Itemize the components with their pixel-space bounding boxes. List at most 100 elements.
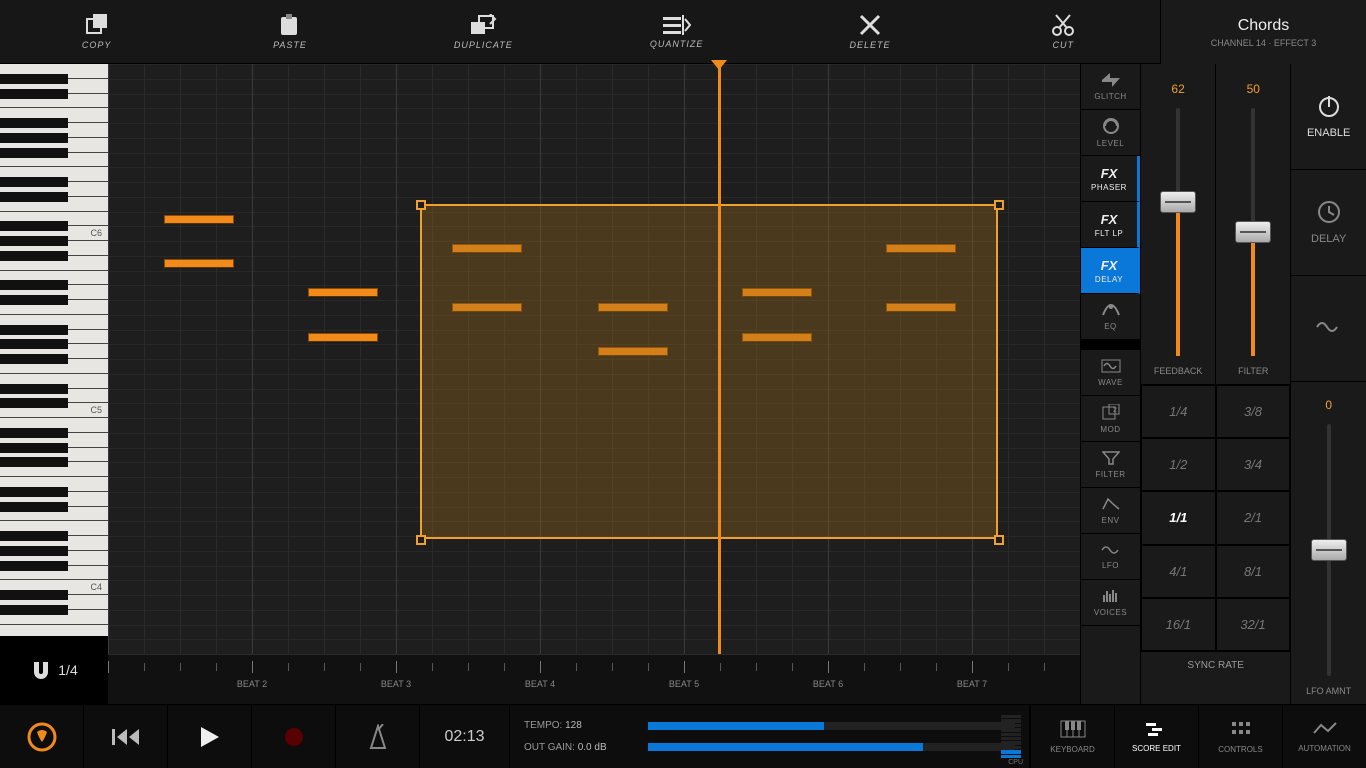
metronome-icon: [367, 724, 389, 750]
fx-filter-button[interactable]: FILTER: [1081, 442, 1140, 488]
cpu-label: CPU: [1008, 759, 1023, 766]
feedback-value: 62: [1171, 82, 1184, 96]
paste-button[interactable]: PASTE: [193, 0, 386, 63]
tempo-meter: [648, 722, 1015, 730]
lfo-amount-slider[interactable]: 0LFO AMNT: [1291, 382, 1366, 704]
note[interactable]: [164, 259, 234, 268]
delete-button[interactable]: DELETE: [773, 0, 966, 63]
sync-rate-8-1[interactable]: 8/1: [1216, 545, 1291, 598]
fx-glitch-label: GLITCH: [1094, 92, 1126, 101]
sync-rate-32-1[interactable]: 32/1: [1216, 598, 1291, 651]
app-logo-button[interactable]: [0, 705, 84, 768]
ruler-label: BEAT 6: [813, 679, 843, 689]
mode-keyboard[interactable]: KEYBOARD: [1030, 705, 1114, 768]
fx-glitch-button[interactable]: GLITCH: [1081, 64, 1140, 110]
gain-meter: [648, 743, 1015, 751]
sync-rate-4-1[interactable]: 4/1: [1141, 545, 1216, 598]
sync-rate-1-2[interactable]: 1/2: [1141, 438, 1216, 491]
delay-toggle[interactable]: DELAY: [1291, 170, 1366, 276]
cpu-meter: [1001, 715, 1021, 758]
filter-label: FILTER: [1238, 366, 1268, 376]
fx-env-button[interactable]: ENV: [1081, 488, 1140, 534]
gain-value[interactable]: 0.0 dB: [578, 742, 607, 753]
piano-roll-keys[interactable]: C6C5C4: [0, 64, 108, 654]
feedback-slider[interactable]: 62 FEEDBACK: [1141, 64, 1216, 384]
sync-rate-1-1[interactable]: 1/1: [1141, 491, 1216, 544]
ruler-label: BEAT 2: [237, 679, 267, 689]
quantize-icon: [663, 15, 691, 35]
fx-filter-label: FILTER: [1096, 470, 1126, 479]
fx-panel-left: 62 FEEDBACK 50 FILTER 1/43/81/23/41/12/1…: [1141, 64, 1290, 704]
duplicate-icon: [469, 14, 497, 36]
delete-label: DELETE: [849, 40, 890, 50]
meters: TEMPO: 128 OUT GAIN: 0.0 dB CPU: [510, 705, 1030, 768]
fx-wave-label: WAVE: [1098, 378, 1123, 387]
fx-env-label: ENV: [1102, 516, 1120, 525]
fx-delay-button[interactable]: FXDELAY: [1081, 248, 1140, 294]
delete-icon: [859, 14, 881, 36]
filter-icon: [1102, 451, 1120, 468]
mode-scoreedit[interactable]: SCORE EDIT: [1114, 705, 1198, 768]
sync-rate-3-8[interactable]: 3/8: [1216, 385, 1291, 438]
env-icon: [1101, 497, 1121, 514]
note[interactable]: [308, 288, 378, 297]
tempo-value[interactable]: 128: [565, 720, 582, 731]
note[interactable]: [308, 333, 378, 342]
magnet-icon: [30, 659, 52, 681]
selection-box[interactable]: [420, 204, 998, 539]
ruler-label: BEAT 3: [381, 679, 411, 689]
fx-wave-button[interactable]: WAVE: [1081, 350, 1140, 396]
playhead[interactable]: [718, 64, 721, 654]
note[interactable]: [164, 215, 234, 224]
mode-automation[interactable]: AUTOMATION: [1282, 705, 1366, 768]
mode-controls[interactable]: CONTROLS: [1198, 705, 1282, 768]
duplicate-button[interactable]: DUPLICATE: [387, 0, 580, 63]
fx-eq-button[interactable]: EQ: [1081, 294, 1140, 340]
sync-rate-title: SYNC RATE: [1141, 651, 1290, 679]
rewind-icon: [112, 727, 140, 747]
tempo-label: TEMPO:: [524, 720, 562, 731]
record-button[interactable]: [252, 705, 336, 768]
filter-track: [1251, 108, 1255, 356]
controls-icon: [1230, 720, 1252, 741]
ruler-label: BEAT 4: [525, 679, 555, 689]
filter-slider[interactable]: 50 FILTER: [1216, 64, 1290, 384]
paste-icon: [277, 14, 303, 36]
sync-rate-16-1[interactable]: 16/1: [1141, 598, 1216, 651]
enable-toggle[interactable]: ENABLE: [1291, 64, 1366, 170]
top-toolbar: COPY PASTE DUPLICATE QUANTIZE DELETE CUT: [0, 0, 1160, 64]
wave-toggle[interactable]: [1291, 276, 1366, 382]
fx-mod-label: MOD: [1100, 425, 1120, 434]
copy-button[interactable]: COPY: [0, 0, 193, 63]
fx-fltlp-button[interactable]: FXFLT LP: [1081, 202, 1140, 248]
beat-ruler[interactable]: BEAT 2BEAT 3BEAT 4BEAT 5BEAT 6BEAT 7: [108, 654, 1080, 704]
fx-level-button[interactable]: LEVEL: [1081, 110, 1140, 156]
play-button[interactable]: [168, 705, 252, 768]
fx-fltlp-label: FLT LP: [1095, 229, 1124, 238]
note-grid[interactable]: [108, 64, 1080, 654]
fx-voices-label: VOICES: [1094, 608, 1127, 617]
fx-mod-button[interactable]: 2 MOD: [1081, 396, 1140, 442]
fx-panel: 62 FEEDBACK 50 FILTER 1/43/81/23/41/12/1…: [1140, 64, 1366, 704]
scoreedit-icon: [1145, 721, 1169, 740]
fx-voices-button[interactable]: VOICES: [1081, 580, 1140, 626]
cut-button[interactable]: CUT: [967, 0, 1160, 63]
paste-label: PASTE: [273, 40, 307, 50]
quantize-button[interactable]: QUANTIZE: [580, 0, 773, 63]
sync-rate-2-1[interactable]: 2/1: [1216, 491, 1291, 544]
svg-text:2: 2: [1113, 407, 1117, 414]
feedback-track: [1176, 108, 1180, 356]
wave-icon: [1316, 319, 1342, 338]
fx-lfo-button[interactable]: LFO: [1081, 534, 1140, 580]
snap-value: 1/4: [58, 662, 77, 678]
snap-setting[interactable]: 1/4: [0, 636, 108, 704]
sync-rate-3-4[interactable]: 3/4: [1216, 438, 1291, 491]
quantize-label: QUANTIZE: [650, 39, 704, 49]
fx-phaser-button[interactable]: FXPHASER: [1081, 156, 1140, 202]
eq-icon: [1101, 303, 1121, 320]
metronome-button[interactable]: [336, 705, 420, 768]
sync-rate-grid: 1/43/81/23/41/12/14/18/116/132/1SYNC RAT…: [1141, 384, 1290, 704]
fx-level-label: LEVEL: [1097, 139, 1124, 148]
sync-rate-1-4[interactable]: 1/4: [1141, 385, 1216, 438]
rewind-button[interactable]: [84, 705, 168, 768]
